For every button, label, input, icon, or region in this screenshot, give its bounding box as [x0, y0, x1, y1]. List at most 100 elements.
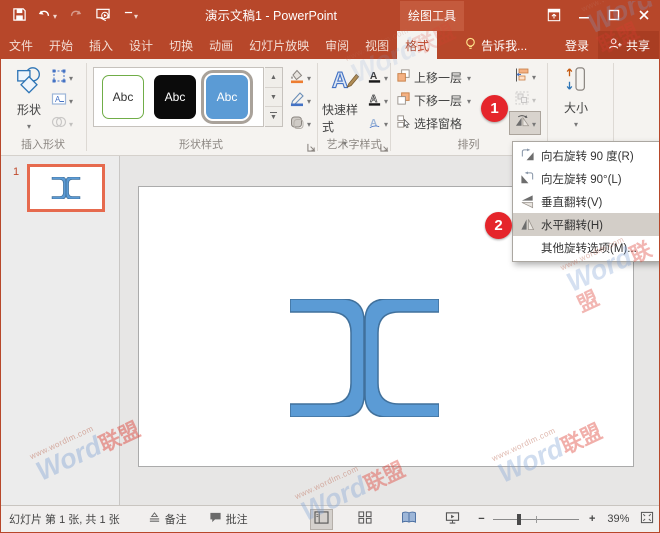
callout-step-1: 1: [481, 95, 508, 122]
redo-button: [63, 4, 87, 28]
wordart-format-buttons: A A A: [367, 67, 388, 133]
slide-thumbnail-panel: 1: [1, 156, 120, 506]
fit-to-window-icon: [640, 511, 654, 527]
normal-view-icon: [314, 511, 329, 527]
undo-icon: [37, 8, 52, 25]
send-backward-icon: [396, 91, 411, 109]
gallery-more-button[interactable]: ▼: [265, 107, 282, 126]
edit-shape-dropdown-arrow: [69, 70, 73, 84]
tab-review[interactable]: 审阅: [317, 31, 357, 59]
bracket-pair-shape[interactable]: [290, 299, 439, 417]
rotate-dropdown-arrow: [532, 116, 536, 130]
ribbon-display-options-button[interactable]: [539, 1, 569, 31]
comments-button[interactable]: 批注: [209, 511, 248, 527]
shape-outline-button[interactable]: [289, 90, 311, 110]
size-icon: [563, 65, 589, 96]
tab-design[interactable]: 设计: [121, 31, 161, 59]
tab-insert[interactable]: 插入: [81, 31, 121, 59]
callout-step-2: 2: [485, 212, 512, 239]
menu-item-flip-horizontal[interactable]: 水平翻转(H): [513, 213, 659, 236]
menu-item-flip-vertical[interactable]: 垂直翻转(V): [513, 190, 659, 213]
shape-fill-button[interactable]: [289, 67, 311, 87]
shape-format-buttons: [289, 67, 311, 133]
tab-view[interactable]: 视图: [357, 31, 397, 59]
send-backward-button[interactable]: 下移一层: [396, 89, 471, 111]
tab-animations[interactable]: 动画: [201, 31, 241, 59]
selection-pane-button[interactable]: 选择窗格: [396, 112, 462, 134]
window-title: 演示文稿1 - PowerPoint: [171, 1, 371, 31]
save-icon: [12, 7, 27, 25]
menu-item-rotate-right-90[interactable]: 向右旋转 90 度(R): [513, 144, 659, 167]
insert-shapes-small-buttons: A: [51, 67, 73, 133]
gallery-scroll-up-button[interactable]: ▲: [265, 68, 282, 88]
save-button[interactable]: [7, 4, 31, 28]
notes-button[interactable]: 备注: [148, 511, 187, 527]
rotate-objects-icon: [514, 114, 530, 132]
zoom-level[interactable]: 39%: [607, 513, 629, 525]
group-objects-icon: [514, 90, 530, 109]
text-box-dropdown-arrow: [69, 93, 73, 107]
text-fill-button[interactable]: A: [367, 67, 388, 87]
normal-view-button[interactable]: [310, 509, 334, 530]
rotate-objects-button[interactable]: [509, 111, 541, 135]
shape-style-swatch-black[interactable]: Abc: [154, 75, 196, 119]
ribbon-tabs: 文件 开始 插入 设计 切换 动画 幻灯片放映 审阅 视图 格式 告诉我... …: [1, 31, 659, 59]
zoom-in-button[interactable]: +: [589, 513, 595, 525]
notes-icon: [148, 511, 161, 527]
start-slideshow-button[interactable]: [91, 4, 115, 28]
reading-view-button[interactable]: [397, 509, 421, 530]
sign-in-button[interactable]: 登录: [556, 31, 598, 59]
shape-effects-button[interactable]: [289, 113, 311, 133]
minimize-button[interactable]: [569, 1, 599, 31]
tab-slideshow[interactable]: 幻灯片放映: [241, 31, 317, 59]
text-effects-button[interactable]: A: [367, 113, 388, 133]
align-dropdown-arrow: [532, 69, 536, 83]
maximize-button[interactable]: [599, 1, 629, 31]
shape-styles-dialog-launcher[interactable]: [307, 141, 317, 151]
edit-shape-button[interactable]: [51, 67, 73, 87]
align-button[interactable]: [514, 66, 536, 86]
bring-forward-button[interactable]: 上移一层: [396, 66, 471, 88]
menu-item-more-rotation-options[interactable]: 其他旋转选项(M)...: [513, 236, 659, 259]
text-outline-button[interactable]: A: [367, 90, 388, 110]
fit-to-window-button[interactable]: [635, 509, 659, 530]
align-objects-icon: [514, 67, 530, 86]
rotate-left-icon: [513, 171, 541, 186]
shape-outline-icon: [289, 91, 305, 110]
shape-style-swatch-green-outline[interactable]: Abc: [102, 75, 144, 119]
tab-format[interactable]: 格式: [397, 31, 437, 59]
shapes-button[interactable]: 形状: [9, 65, 49, 132]
slide-thumbnail[interactable]: [27, 164, 105, 212]
undo-button[interactable]: [35, 4, 59, 28]
shape-styles-group-label: 形状样式: [87, 136, 315, 152]
slideshow-view-button[interactable]: [441, 509, 465, 530]
text-box-button[interactable]: A: [51, 90, 73, 110]
shape-fill-icon: [289, 68, 305, 87]
menu-item-rotate-left-90[interactable]: 向左旋转 90°(L): [513, 167, 659, 190]
zoom-slider[interactable]: [493, 519, 579, 520]
customize-qat-button[interactable]: [119, 4, 143, 28]
text-fill-icon: A: [367, 68, 382, 87]
slide-sorter-view-button[interactable]: [353, 509, 377, 530]
text-fill-dropdown-arrow: [384, 70, 388, 84]
close-button[interactable]: [629, 1, 659, 31]
gallery-scroll-down-button[interactable]: ▼: [265, 88, 282, 108]
tell-me-box[interactable]: 告诉我...: [455, 31, 536, 59]
slide-sorter-icon: [358, 511, 372, 527]
thumbnail-shape-icon: [51, 177, 81, 199]
svg-text:A: A: [370, 93, 378, 104]
zoom-slider-thumb[interactable]: [517, 514, 521, 525]
share-button[interactable]: 共享: [598, 31, 659, 59]
status-bar: 幻灯片 第 1 张, 共 1 张 备注 批注 − + 39%: [1, 505, 659, 532]
comments-icon: [209, 511, 222, 527]
shape-style-swatch-blue-selected[interactable]: Abc: [206, 75, 248, 119]
tab-file[interactable]: 文件: [1, 31, 41, 59]
tab-home[interactable]: 开始: [41, 31, 81, 59]
tab-transitions[interactable]: 切换: [161, 31, 201, 59]
slide-indicator[interactable]: 幻灯片 第 1 张, 共 1 张: [9, 511, 120, 527]
wordart-dialog-launcher[interactable]: [380, 141, 390, 151]
group-separator: [613, 63, 614, 151]
size-button[interactable]: 大小: [553, 65, 599, 130]
zoom-out-button[interactable]: −: [478, 513, 484, 525]
send-backward-dropdown-arrow: [465, 93, 471, 107]
